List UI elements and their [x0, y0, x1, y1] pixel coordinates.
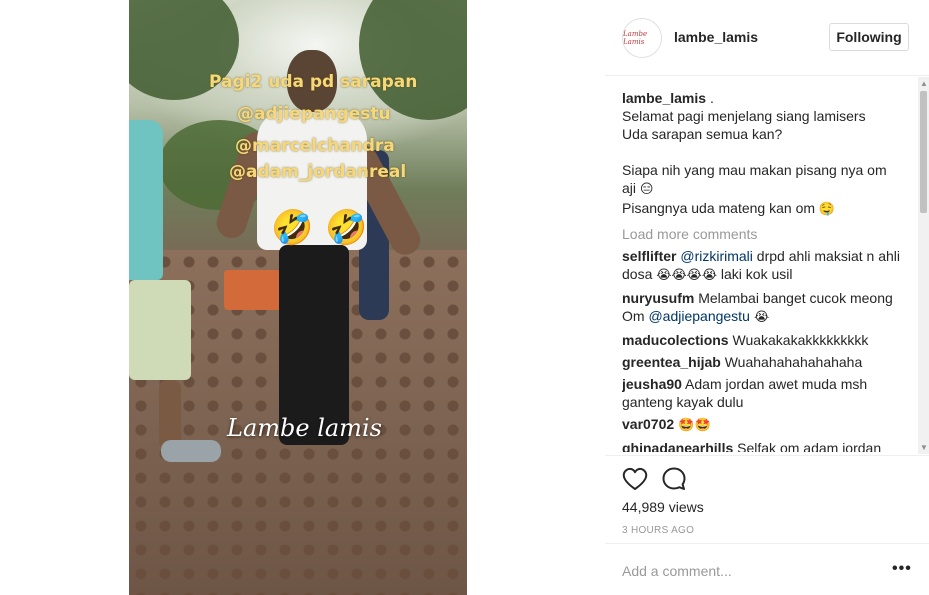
- comment-username[interactable]: selflifter: [622, 248, 676, 264]
- scroll-up-arrow-icon[interactable]: ▲: [920, 79, 928, 88]
- caption-line: Pisangnya uda mateng kan om 🤤: [622, 199, 914, 219]
- comment-mention[interactable]: @rizkirimali: [680, 248, 753, 264]
- video-overlay-text: Pagi2 uda pd sarapan: [209, 72, 418, 92]
- comment-item: selflifter @rizkirimali drpd ahli maksia…: [622, 247, 914, 285]
- comment-username[interactable]: var0702: [622, 416, 674, 432]
- comment-username[interactable]: nuryusufm: [622, 290, 694, 306]
- caption-line: Selamat pagi menjelang siang lamisers: [622, 108, 866, 124]
- view-count[interactable]: 44,989 views: [622, 499, 704, 515]
- comment-item: nuryusufm Melambai banget cucok meong Om…: [622, 289, 914, 327]
- post-author-username[interactable]: lambe_lamis: [674, 29, 758, 45]
- heart-icon[interactable]: [621, 465, 649, 493]
- comment-text: laki kok usil: [717, 266, 793, 282]
- following-button[interactable]: Following: [829, 23, 909, 51]
- post-header: Lambe Lamis lambe_lamis Following: [605, 0, 929, 76]
- comment-username[interactable]: maducolections: [622, 332, 729, 348]
- comment-item: ghinadanearhills Selfak om adam jordan: [622, 439, 914, 452]
- comment-emojis: 😭😭😭😭: [656, 268, 718, 283]
- add-comment-bar: •••: [605, 543, 929, 595]
- instagram-post-page: Pagi2 uda pd sarapan @adjiepangestu @mar…: [0, 0, 929, 595]
- video-overlay-text: @adjiepangestu: [237, 104, 391, 124]
- comment-bubble-icon[interactable]: [660, 465, 688, 493]
- post-video[interactable]: Pagi2 uda pd sarapan @adjiepangestu @mar…: [129, 0, 467, 595]
- comment-username[interactable]: jeusha90: [622, 376, 682, 392]
- post-timestamp[interactable]: 3 HOURS AGO: [622, 525, 694, 536]
- more-options-icon[interactable]: •••: [892, 560, 912, 578]
- avatar-logo-text: Lambe Lamis: [623, 30, 648, 46]
- caption-username[interactable]: lambe_lamis: [622, 90, 706, 106]
- rofl-emoji-sticker: 🤣: [271, 208, 314, 248]
- comment-item: maducolections Wuakakakakkkkkkkkk: [622, 331, 914, 349]
- avatar[interactable]: Lambe Lamis: [622, 18, 662, 58]
- post-actions: 44,989 views 3 HOURS AGO: [605, 455, 929, 545]
- post-side-panel: Lambe Lamis lambe_lamis Following lambe_…: [605, 0, 929, 595]
- video-overlay-text: @adam_jordanreal: [229, 162, 407, 182]
- caption-username-suffix: .: [706, 90, 714, 106]
- expressionless-emoji: 😑: [639, 182, 654, 197]
- load-more-comments-link[interactable]: Load more comments: [622, 225, 914, 243]
- comment-username[interactable]: greentea_hijab: [622, 354, 721, 370]
- comment-text: Wuahahahahahahaha: [720, 354, 863, 370]
- left-person: [129, 80, 221, 470]
- comments-list[interactable]: lambe_lamis . Selamat pagi menjelang sia…: [622, 89, 914, 452]
- caption-line: aji 😑: [622, 179, 914, 199]
- caption-text: aji: [622, 180, 640, 196]
- scroll-down-arrow-icon[interactable]: ▼: [920, 443, 928, 452]
- scrollbar-thumb[interactable]: [920, 91, 927, 213]
- caption-text: Pisangnya uda mateng kan om: [622, 200, 819, 216]
- comment-emojis: 🤩🤩: [674, 418, 711, 433]
- left-person-shirt: [129, 120, 163, 280]
- left-person-shoe: [161, 440, 221, 462]
- comments-scrollbar[interactable]: ▲ ▼: [918, 77, 929, 454]
- video-watermark: Lambe lamis: [227, 414, 382, 442]
- comment-item: greentea_hijab Wuahahahahahahaha: [622, 353, 914, 371]
- comment-item: var0702 🤩🤩: [622, 415, 914, 435]
- comment-text: Wuakakakakkkkkkkkk: [728, 332, 869, 348]
- video-overlay-text: @marcelchandra: [235, 136, 395, 156]
- caption-line: Uda sarapan semua kan?: [622, 126, 783, 142]
- rofl-emoji-sticker: 🤣: [325, 208, 368, 248]
- caption-line: Siapa nih yang mau makan pisang nya om: [622, 162, 887, 178]
- drooling-emoji: 🤤: [818, 202, 836, 217]
- comment-item: jeusha90 Adam jordan awet muda msh gante…: [622, 375, 914, 411]
- comment-username[interactable]: ghinadanearhills: [622, 440, 733, 452]
- comment-emojis: 😭: [749, 310, 770, 325]
- add-comment-input[interactable]: [622, 560, 872, 582]
- post-caption: lambe_lamis . Selamat pagi menjelang sia…: [622, 89, 914, 219]
- comment-mention[interactable]: @adjiepangestu: [648, 308, 749, 324]
- left-person-shorts: [129, 280, 191, 380]
- comment-text: Selfak om adam jordan: [733, 440, 882, 452]
